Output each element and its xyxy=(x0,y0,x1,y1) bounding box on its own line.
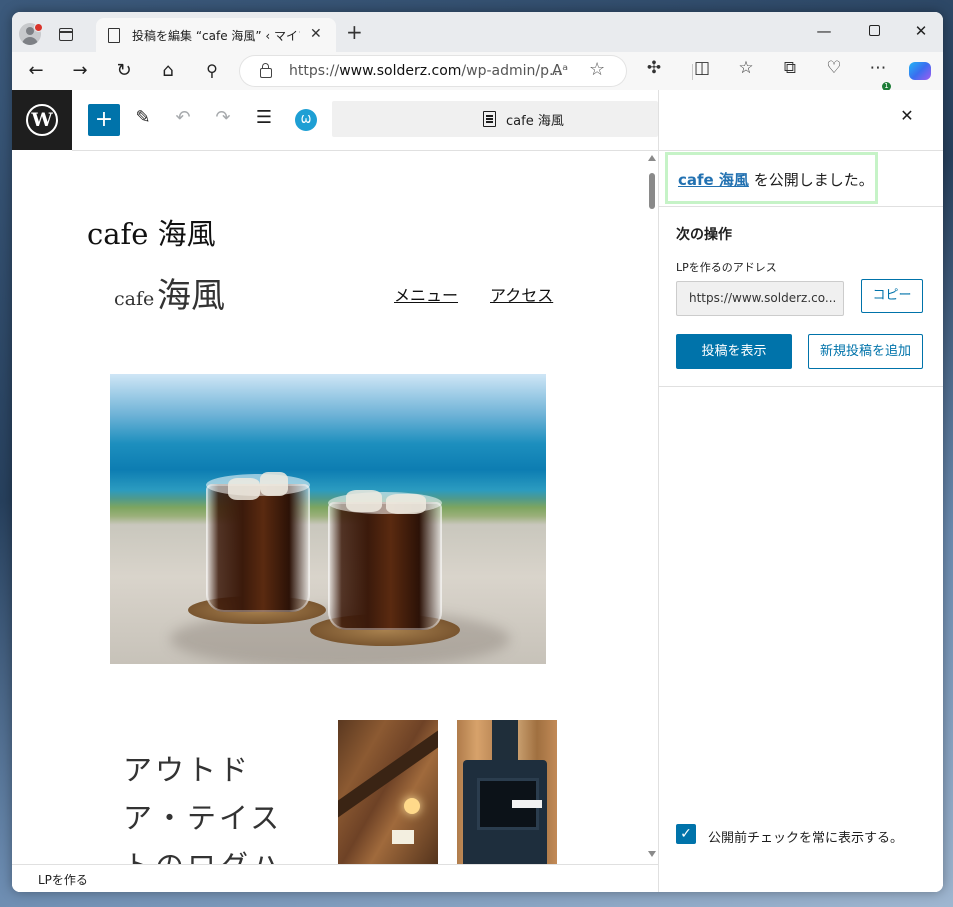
editor-canvas[interactable]: cafe 海風 cafe 海風 メニュー アクセス アウトドア・テイストのログハ xyxy=(12,151,658,864)
breadcrumb-item[interactable]: LPを作る xyxy=(38,871,88,888)
post-address-label: LPを作るのアドレス xyxy=(676,261,777,274)
window-light xyxy=(392,830,414,844)
scroll-thumb[interactable] xyxy=(649,173,655,209)
wordpress-editor: W + ✎ ↶ ↷ ☰ Ѡ cafe 海風 cafe 海風 cafe 海風 メニ… xyxy=(12,90,943,892)
view-post-button[interactable]: 投稿を表示 xyxy=(676,334,792,369)
copilot-icon[interactable] xyxy=(909,62,931,80)
post-address-field[interactable]: https://www.solderz.co... xyxy=(676,281,844,316)
wood-stove-image[interactable] xyxy=(457,720,557,864)
undo-icon[interactable]: ↶ xyxy=(170,107,196,128)
ice-cube xyxy=(260,472,288,496)
ice-cube xyxy=(386,494,426,514)
glass-left xyxy=(206,484,310,612)
divider xyxy=(659,386,943,387)
stove-label xyxy=(512,800,542,808)
glass-right xyxy=(328,502,442,630)
editor-toolbar: + ✎ ↶ ↷ ☰ Ѡ cafe 海風 xyxy=(72,90,658,151)
document-bar[interactable]: cafe 海風 xyxy=(332,101,658,137)
pendant-lamp xyxy=(404,798,420,814)
site-logo-big[interactable]: 海風 xyxy=(157,268,225,317)
browser-essentials-icon[interactable]: ♡ xyxy=(822,58,846,78)
outdoor-taste-heading[interactable]: アウトドア・テイストのログハ xyxy=(123,746,298,864)
address-bar[interactable]: https://www.solderz.com/wp-admin/p... Aᵃ… xyxy=(240,56,626,86)
redo-icon[interactable]: ↷ xyxy=(210,107,236,128)
hero-image-iced-coffee[interactable] xyxy=(110,374,546,664)
scroll-up-arrow-icon[interactable] xyxy=(648,155,656,161)
add-block-button[interactable]: + xyxy=(88,104,120,136)
more-menu-icon[interactable]: ⋯ xyxy=(866,58,890,78)
search-icon[interactable]: ⚲ xyxy=(199,58,225,84)
minimize-button[interactable]: — xyxy=(807,18,841,44)
wordpress-logo[interactable]: W xyxy=(12,90,72,150)
scroll-down-arrow-icon[interactable] xyxy=(648,851,656,857)
read-aloud-icon[interactable]: Aᵃ xyxy=(552,61,568,79)
tab-title: 投稿を編集 “cafe 海風” ‹ マイブログ xyxy=(132,29,300,43)
window-close-button[interactable]: ✕ xyxy=(904,18,938,44)
refresh-button[interactable]: ↻ xyxy=(111,58,137,84)
published-message: cafe 海風 を公開しました。 xyxy=(678,169,874,190)
favorites-icon[interactable]: ☆ xyxy=(734,58,758,78)
back-button[interactable]: ← xyxy=(23,58,49,84)
panel-close-icon[interactable]: ✕ xyxy=(897,106,917,125)
site-title[interactable]: cafe 海風 xyxy=(87,211,216,253)
document-title: cafe 海風 xyxy=(506,114,564,129)
page-icon xyxy=(108,28,120,43)
tab-actions-icon[interactable] xyxy=(59,28,73,41)
published-suffix: を公開しました。 xyxy=(748,171,874,189)
browser-window: 投稿を編集 “cafe 海風” ‹ マイブログ ✕ + — ✕ ← → ↻ ⌂ … xyxy=(12,12,943,892)
maximize-button[interactable] xyxy=(857,18,891,44)
pen-tool-icon[interactable]: ✎ xyxy=(130,107,156,128)
wordpress-icon: W xyxy=(26,104,58,136)
divider xyxy=(659,206,943,207)
nav-link-access[interactable]: アクセス xyxy=(490,282,553,306)
lock-icon[interactable] xyxy=(260,63,272,78)
tab-close-icon[interactable]: ✕ xyxy=(310,26,322,42)
canvas-scrollbar[interactable] xyxy=(645,151,658,864)
title-bar: 投稿を編集 “cafe 海風” ‹ マイブログ ✕ + — ✕ xyxy=(12,12,943,52)
new-tab-button[interactable]: + xyxy=(346,22,363,42)
always-show-prepublish-checkbox[interactable]: ✓ xyxy=(676,824,696,844)
ceiling-beam xyxy=(338,720,438,819)
browser-tab[interactable]: 投稿を編集 “cafe 海風” ‹ マイブログ ✕ xyxy=(96,18,336,52)
block-breadcrumb-bar: LPを作る xyxy=(12,864,658,892)
ice-cube xyxy=(228,478,260,500)
url-text: https://www.solderz.com/wp-admin/p... xyxy=(289,63,562,79)
collections-icon[interactable]: ⧉ xyxy=(778,58,802,78)
extensions-icon[interactable]: ✣ xyxy=(642,58,666,78)
stove-pipe xyxy=(492,720,518,765)
ice-cube xyxy=(346,490,382,512)
url-domain: www.solderz.com xyxy=(339,63,462,79)
split-screen-icon[interactable]: ◫ xyxy=(690,58,714,78)
site-logo-small[interactable]: cafe xyxy=(114,288,154,310)
url-prefix: https:// xyxy=(289,63,340,79)
jetpack-icon[interactable]: Ѡ xyxy=(295,109,317,131)
post-publish-panel: ✕ cafe 海風 を公開しました。 次の操作 LPを作るのアドレス https… xyxy=(658,90,943,892)
nav-link-menu[interactable]: メニュー xyxy=(394,282,458,306)
home-button[interactable]: ⌂ xyxy=(155,58,181,84)
navigation-bar: ← → ↻ ⌂ ⚲ https://www.solderz.com/wp-adm… xyxy=(12,52,943,91)
list-view-icon[interactable]: ☰ xyxy=(251,107,277,128)
copy-button[interactable]: コピー xyxy=(861,279,923,313)
url-path: /wp-admin/p... xyxy=(461,63,563,79)
published-notice: cafe 海風 を公開しました。 xyxy=(665,152,878,204)
published-post-link[interactable]: cafe 海風 xyxy=(678,171,749,189)
checkbox-label[interactable]: 公開前チェックを常に表示する。 xyxy=(708,827,903,846)
add-new-post-button[interactable]: 新規投稿を追加 xyxy=(808,334,923,369)
log-house-interior-image[interactable] xyxy=(338,720,438,864)
add-favorite-icon[interactable]: ☆ xyxy=(589,59,605,80)
maximize-icon xyxy=(868,25,880,36)
forward-button[interactable]: → xyxy=(67,58,93,84)
document-icon xyxy=(483,111,496,127)
next-steps-heading: 次の操作 xyxy=(676,227,732,243)
divider xyxy=(659,150,943,151)
notification-dot xyxy=(34,23,43,32)
